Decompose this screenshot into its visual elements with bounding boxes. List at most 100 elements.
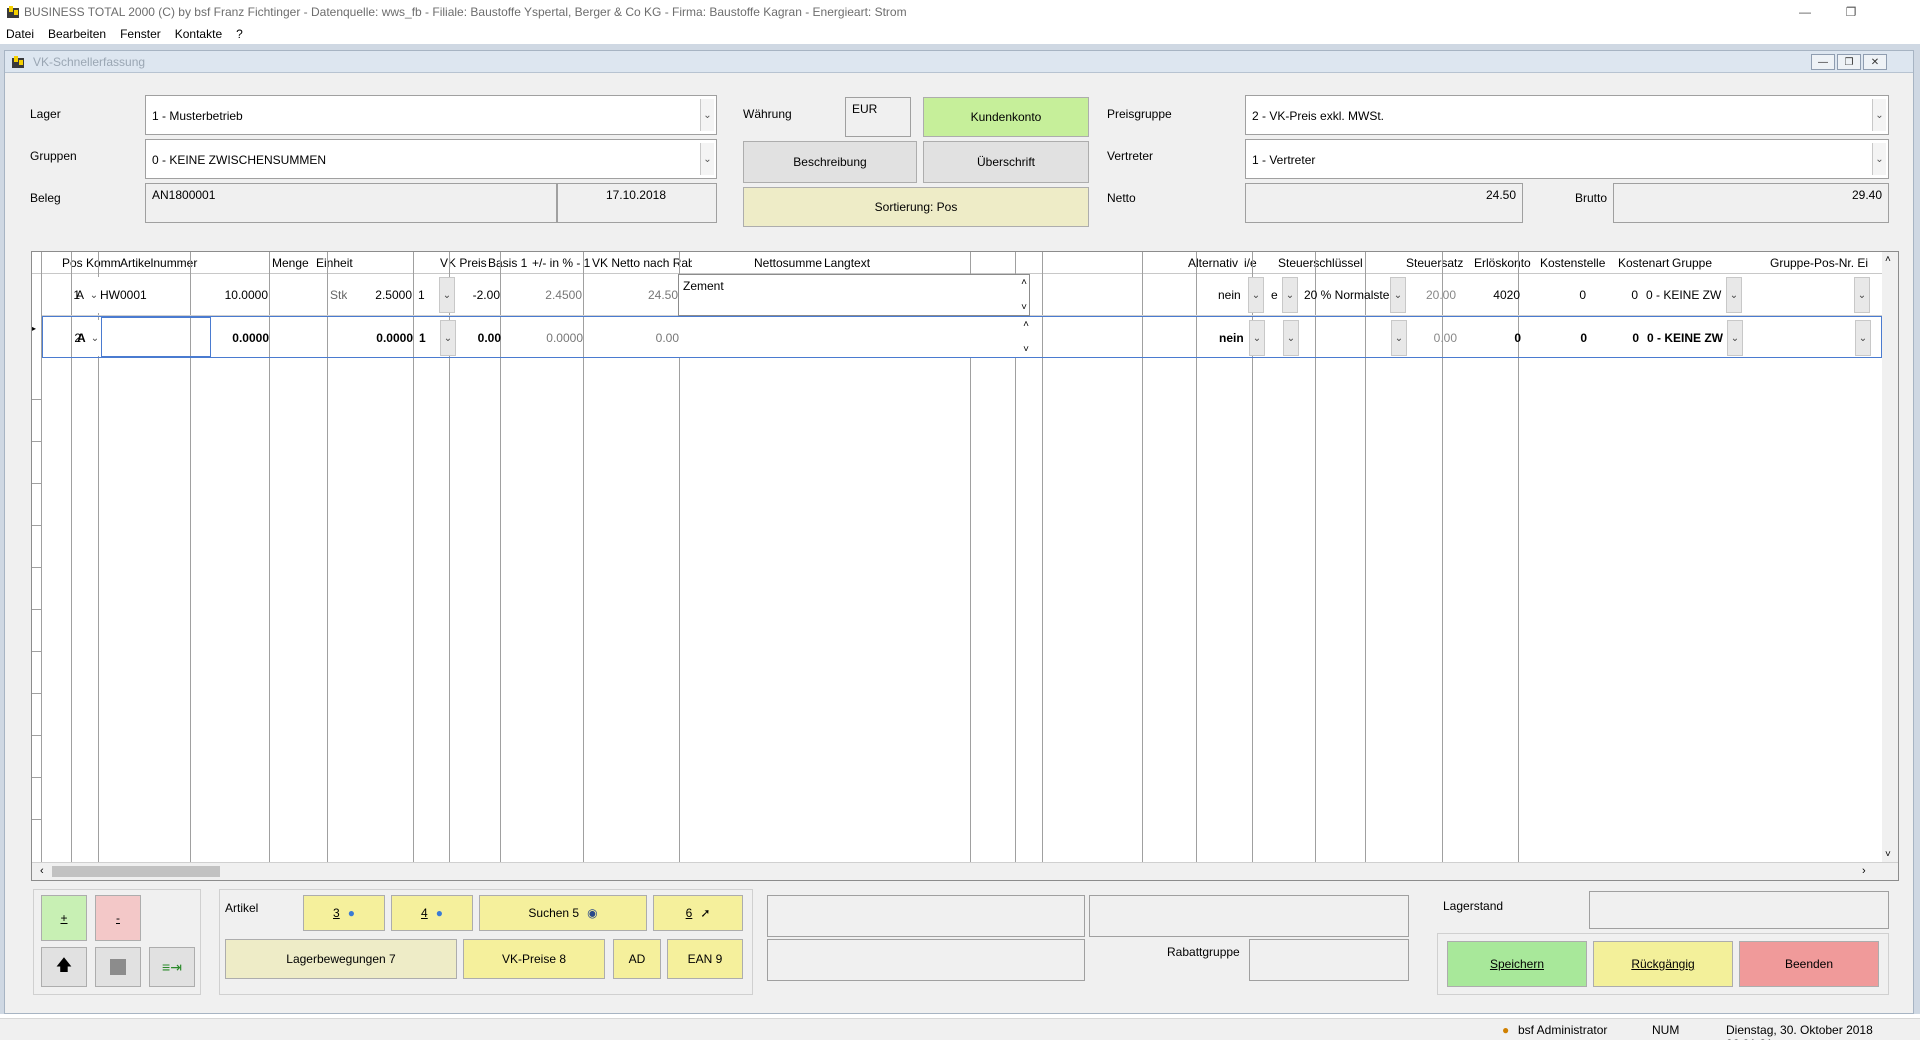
- child-minimize-icon[interactable]: —: [1811, 54, 1835, 70]
- row2-gruppe[interactable]: 0 - KEINE ZWI: [1647, 331, 1723, 345]
- col-komm-header[interactable]: Komm: [86, 252, 120, 274]
- horizontal-scrollbar[interactable]: ‹ ›: [32, 862, 1898, 880]
- stop-button[interactable]: [95, 947, 141, 987]
- gruppen-combo[interactable]: 0 - KEINE ZWISCHENSUMMEN ⌄: [145, 139, 717, 179]
- insert-row-button[interactable]: ≡⇥: [149, 947, 195, 987]
- scroll-up-icon[interactable]: ˄: [1021, 277, 1027, 288]
- speichern-button[interactable]: Speichern: [1447, 941, 1587, 987]
- artikel-button-6[interactable]: 6 ➚: [653, 895, 743, 931]
- chevron-down-icon[interactable]: ⌄: [1872, 143, 1886, 175]
- row2-artikelnummer[interactable]: [101, 317, 211, 357]
- sortierung-button[interactable]: Sortierung: Pos: [743, 187, 1089, 227]
- child-restore-icon[interactable]: ❐: [1837, 54, 1861, 70]
- chevron-down-icon[interactable]: ⌄: [1855, 320, 1871, 356]
- row2-menge[interactable]: 0.0000: [203, 331, 269, 345]
- chevron-down-icon[interactable]: ⌄: [1390, 277, 1406, 313]
- row1-rabatt[interactable]: -2.00: [462, 288, 500, 302]
- row1-langtext-field[interactable]: Zement ˄ ˅: [678, 274, 1030, 316]
- col-vkpreis-header[interactable]: VK Preis: [440, 252, 488, 274]
- remove-row-button[interactable]: -: [95, 895, 141, 941]
- lagerbewegungen-button[interactable]: Lagerbewegungen 7: [225, 939, 457, 979]
- scrollbar-thumb[interactable]: [52, 866, 220, 877]
- table-row[interactable]: 1 A ⌄ HW0001 10.0000 Stk 2.5000 1 ⌄ -2.0…: [42, 274, 1882, 316]
- col-basis-header[interactable]: Basis 1: [488, 252, 528, 274]
- col-kostenart-header[interactable]: Kostenart: [1618, 252, 1672, 274]
- chevron-down-icon[interactable]: ⌄: [1391, 320, 1407, 356]
- row2-langtext-field[interactable]: ˄ ˅: [679, 317, 1031, 357]
- col-ie-header[interactable]: i/e: [1244, 252, 1264, 274]
- chevron-down-icon[interactable]: ⌄: [1727, 320, 1743, 356]
- row2-kostenart[interactable]: 0: [1591, 331, 1639, 345]
- chevron-down-icon[interactable]: ⌄: [1854, 277, 1870, 313]
- col-menge-header[interactable]: Menge: [272, 252, 316, 274]
- col-kostenstelle-header[interactable]: Kostenstelle: [1540, 252, 1616, 274]
- beschreibung-button[interactable]: Beschreibung: [743, 141, 917, 183]
- beenden-button[interactable]: Beenden: [1739, 941, 1879, 987]
- move-up-button[interactable]: 🡅: [41, 947, 87, 987]
- col-pos-header[interactable]: Pos: [62, 252, 86, 274]
- scroll-down-icon[interactable]: ˅: [1021, 302, 1027, 313]
- scroll-right-icon[interactable]: ›: [1862, 865, 1866, 877]
- positions-grid[interactable]: Pos Komm Artikelnummer Menge Einheit VK …: [31, 251, 1899, 881]
- col-einheit-header[interactable]: Einheit: [316, 252, 376, 274]
- scroll-down-icon[interactable]: ˅: [1885, 849, 1891, 860]
- table-row[interactable]: 2 A ⌄ 0.0000 0.0000 1 ⌄ 0.00 0.0000 0.00…: [42, 316, 1882, 358]
- scroll-left-icon[interactable]: ‹: [40, 865, 44, 877]
- col-steuersatz-header[interactable]: Steuersatz: [1406, 252, 1466, 274]
- menu-fenster[interactable]: Fenster: [120, 27, 161, 41]
- chevron-down-icon[interactable]: ⌄: [1282, 277, 1298, 313]
- col-nettosumme-header[interactable]: Nettosumme: [754, 252, 824, 274]
- ueberschrift-button[interactable]: Überschrift: [923, 141, 1089, 183]
- vertical-scrollbar[interactable]: ˄ ˅: [1882, 252, 1898, 862]
- lager-combo[interactable]: 1 - Musterbetrieb ⌄: [145, 95, 717, 135]
- row2-alternativ[interactable]: nein: [1219, 331, 1244, 345]
- menu-kontakte[interactable]: Kontakte: [175, 27, 222, 41]
- row1-kostenstelle[interactable]: 0: [1528, 288, 1586, 302]
- col-vknetto-header[interactable]: VK Netto nach Rab: [592, 252, 692, 274]
- col-erloeskonto-header[interactable]: Erlöskonto: [1474, 252, 1538, 274]
- chevron-down-icon[interactable]: ⌄: [1248, 277, 1264, 313]
- row1-erloeskonto[interactable]: 4020: [1462, 288, 1520, 302]
- artikel-button-3[interactable]: 3 ●: [303, 895, 385, 931]
- row1-kostenart[interactable]: 0: [1590, 288, 1638, 302]
- vkpreise-button[interactable]: VK-Preise 8: [463, 939, 605, 979]
- row1-artikelnummer[interactable]: HW0001: [100, 288, 147, 302]
- kundenkonto-button[interactable]: Kundenkonto: [923, 97, 1089, 137]
- row2-rabatt[interactable]: 0.00: [463, 331, 501, 345]
- row2-erloeskonto[interactable]: 0: [1463, 331, 1521, 345]
- row1-menge[interactable]: 10.0000: [202, 288, 268, 302]
- row1-gruppe[interactable]: 0 - KEINE ZWI: [1646, 288, 1722, 302]
- chevron-down-icon[interactable]: ⌄: [1283, 320, 1299, 356]
- rueckgaengig-button[interactable]: Rückgängig: [1593, 941, 1733, 987]
- row1-ie[interactable]: e: [1271, 288, 1278, 302]
- row1-vkpreis[interactable]: 2.5000: [342, 288, 412, 302]
- ean-button[interactable]: EAN 9: [667, 939, 743, 979]
- chevron-down-icon[interactable]: ⌄: [700, 99, 714, 131]
- scroll-up-icon[interactable]: ˄: [1023, 319, 1029, 330]
- row1-komm[interactable]: A: [76, 288, 84, 302]
- menu-datei[interactable]: Datei: [6, 27, 34, 41]
- restore-icon[interactable]: ❐: [1828, 0, 1874, 24]
- chevron-down-icon[interactable]: ⌄: [89, 320, 101, 356]
- row1-steuerschluessel[interactable]: 20 % Normalsteue: [1304, 288, 1404, 302]
- child-close-icon[interactable]: ✕: [1863, 54, 1887, 70]
- artikel-button-4[interactable]: 4 ●: [391, 895, 473, 931]
- row2-kostenstelle[interactable]: 0: [1529, 331, 1587, 345]
- row1-alternativ[interactable]: nein: [1218, 288, 1241, 302]
- row1-basis[interactable]: 1: [418, 288, 425, 302]
- suchen-button[interactable]: Suchen 5 ◉: [479, 895, 647, 931]
- chevron-down-icon[interactable]: ⌄: [88, 277, 100, 313]
- chevron-down-icon[interactable]: ⌄: [1726, 277, 1742, 313]
- row2-vkpreis[interactable]: 0.0000: [343, 331, 413, 345]
- vertreter-combo[interactable]: 1 - Vertreter ⌄: [1245, 139, 1889, 179]
- chevron-down-icon[interactable]: ⌄: [440, 320, 456, 356]
- menu-bearbeiten[interactable]: Bearbeiten: [48, 27, 106, 41]
- chevron-down-icon[interactable]: ⌄: [700, 143, 714, 175]
- scroll-up-icon[interactable]: ˄: [1885, 254, 1891, 265]
- minimize-icon[interactable]: —: [1782, 0, 1828, 24]
- scroll-down-icon[interactable]: ˅: [1023, 344, 1029, 355]
- col-artikelnummer-header[interactable]: Artikelnummer: [120, 252, 220, 274]
- row2-basis[interactable]: 1: [419, 331, 426, 345]
- preisgruppe-combo[interactable]: 2 - VK-Preis exkl. MWSt. ⌄: [1245, 95, 1889, 135]
- col-langtext-header[interactable]: Langtext: [824, 252, 904, 274]
